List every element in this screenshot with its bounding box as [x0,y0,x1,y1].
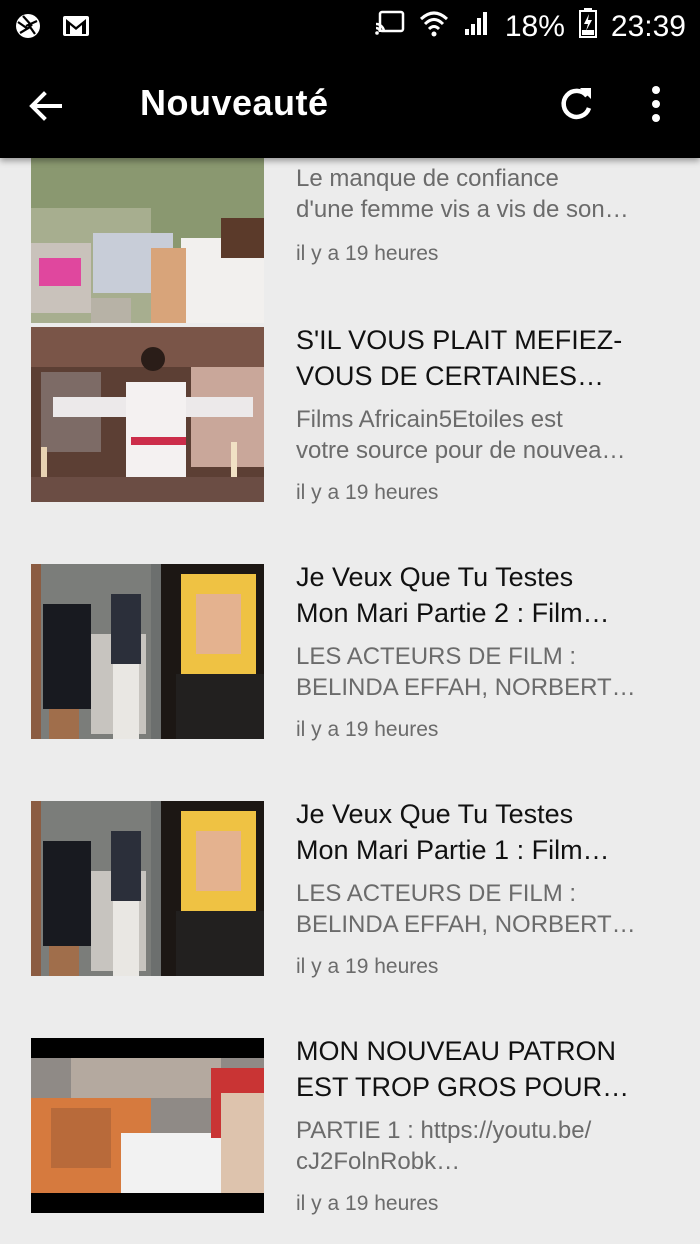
back-arrow-icon[interactable] [24,84,68,128]
video-item[interactable]: Le manque de confiance d'une femme vis a… [0,158,700,323]
video-description: LES ACTEURS DE FILM : BELINDA EFFAH, NOR… [296,880,636,938]
video-item[interactable]: Je Veux Que Tu Testes Mon Mari Partie 1 … [0,779,700,1016]
signal-icon [463,9,491,45]
video-description: Films Africain5Etoiles est votre source … [296,406,626,464]
battery-percent: 18% [504,10,565,43]
page-title: Nouveauté [140,82,329,123]
video-time: il y a 19 heures [296,481,439,504]
video-title: Je Veux Que Tu Testes Mon Mari Partie 1 … [296,799,610,865]
video-thumbnail[interactable] [31,1038,264,1213]
video-thumbnail[interactable] [31,327,264,502]
refresh-icon[interactable] [554,82,598,126]
video-description: PARTIE 1 : https://youtu.be/ cJ2FolnRobk… [296,1117,592,1175]
video-title: S'IL VOUS PLAIT MEFIEZ- VOUS DE CERTAINE… [296,325,623,391]
video-thumbnail[interactable] [31,564,264,739]
aperture-icon [14,12,42,45]
video-item[interactable]: Je Veux Que Tu Testes Mon Mari Partie 2 … [0,542,700,779]
video-title: MON NOUVEAU PATRON EST TROP GROS POUR… [296,1036,630,1102]
video-item[interactable]: S'IL VOUS PLAIT MEFIEZ- VOUS DE CERTAINE… [0,305,700,542]
video-description: LES ACTEURS DE FILM : BELINDA EFFAH, NOR… [296,643,636,701]
video-time: il y a 19 heures [296,955,439,978]
status-bar: 18% 23:39 [0,0,700,52]
more-vert-icon[interactable] [644,82,668,126]
video-time: il y a 19 heures [296,242,439,265]
video-title: Je Veux Que Tu Testes Mon Mari Partie 2 … [296,562,610,628]
video-item[interactable]: MON NOUVEAU PATRON EST TROP GROS POUR… P… [0,1016,700,1244]
wifi-icon [419,9,449,45]
battery-charging-icon [578,8,597,46]
video-thumbnail[interactable] [31,158,264,323]
app-bar: Nouveauté [0,52,700,158]
video-time: il y a 19 heures [296,718,439,741]
video-thumbnail[interactable] [31,801,264,976]
cast-icon [375,10,405,44]
video-list: Le manque de confiance d'une femme vis a… [0,158,700,1244]
gmail-icon [62,14,90,43]
video-description: Le manque de confiance d'une femme vis a… [296,165,629,223]
video-time: il y a 19 heures [296,1192,439,1215]
clock: 23:39 [610,10,686,43]
